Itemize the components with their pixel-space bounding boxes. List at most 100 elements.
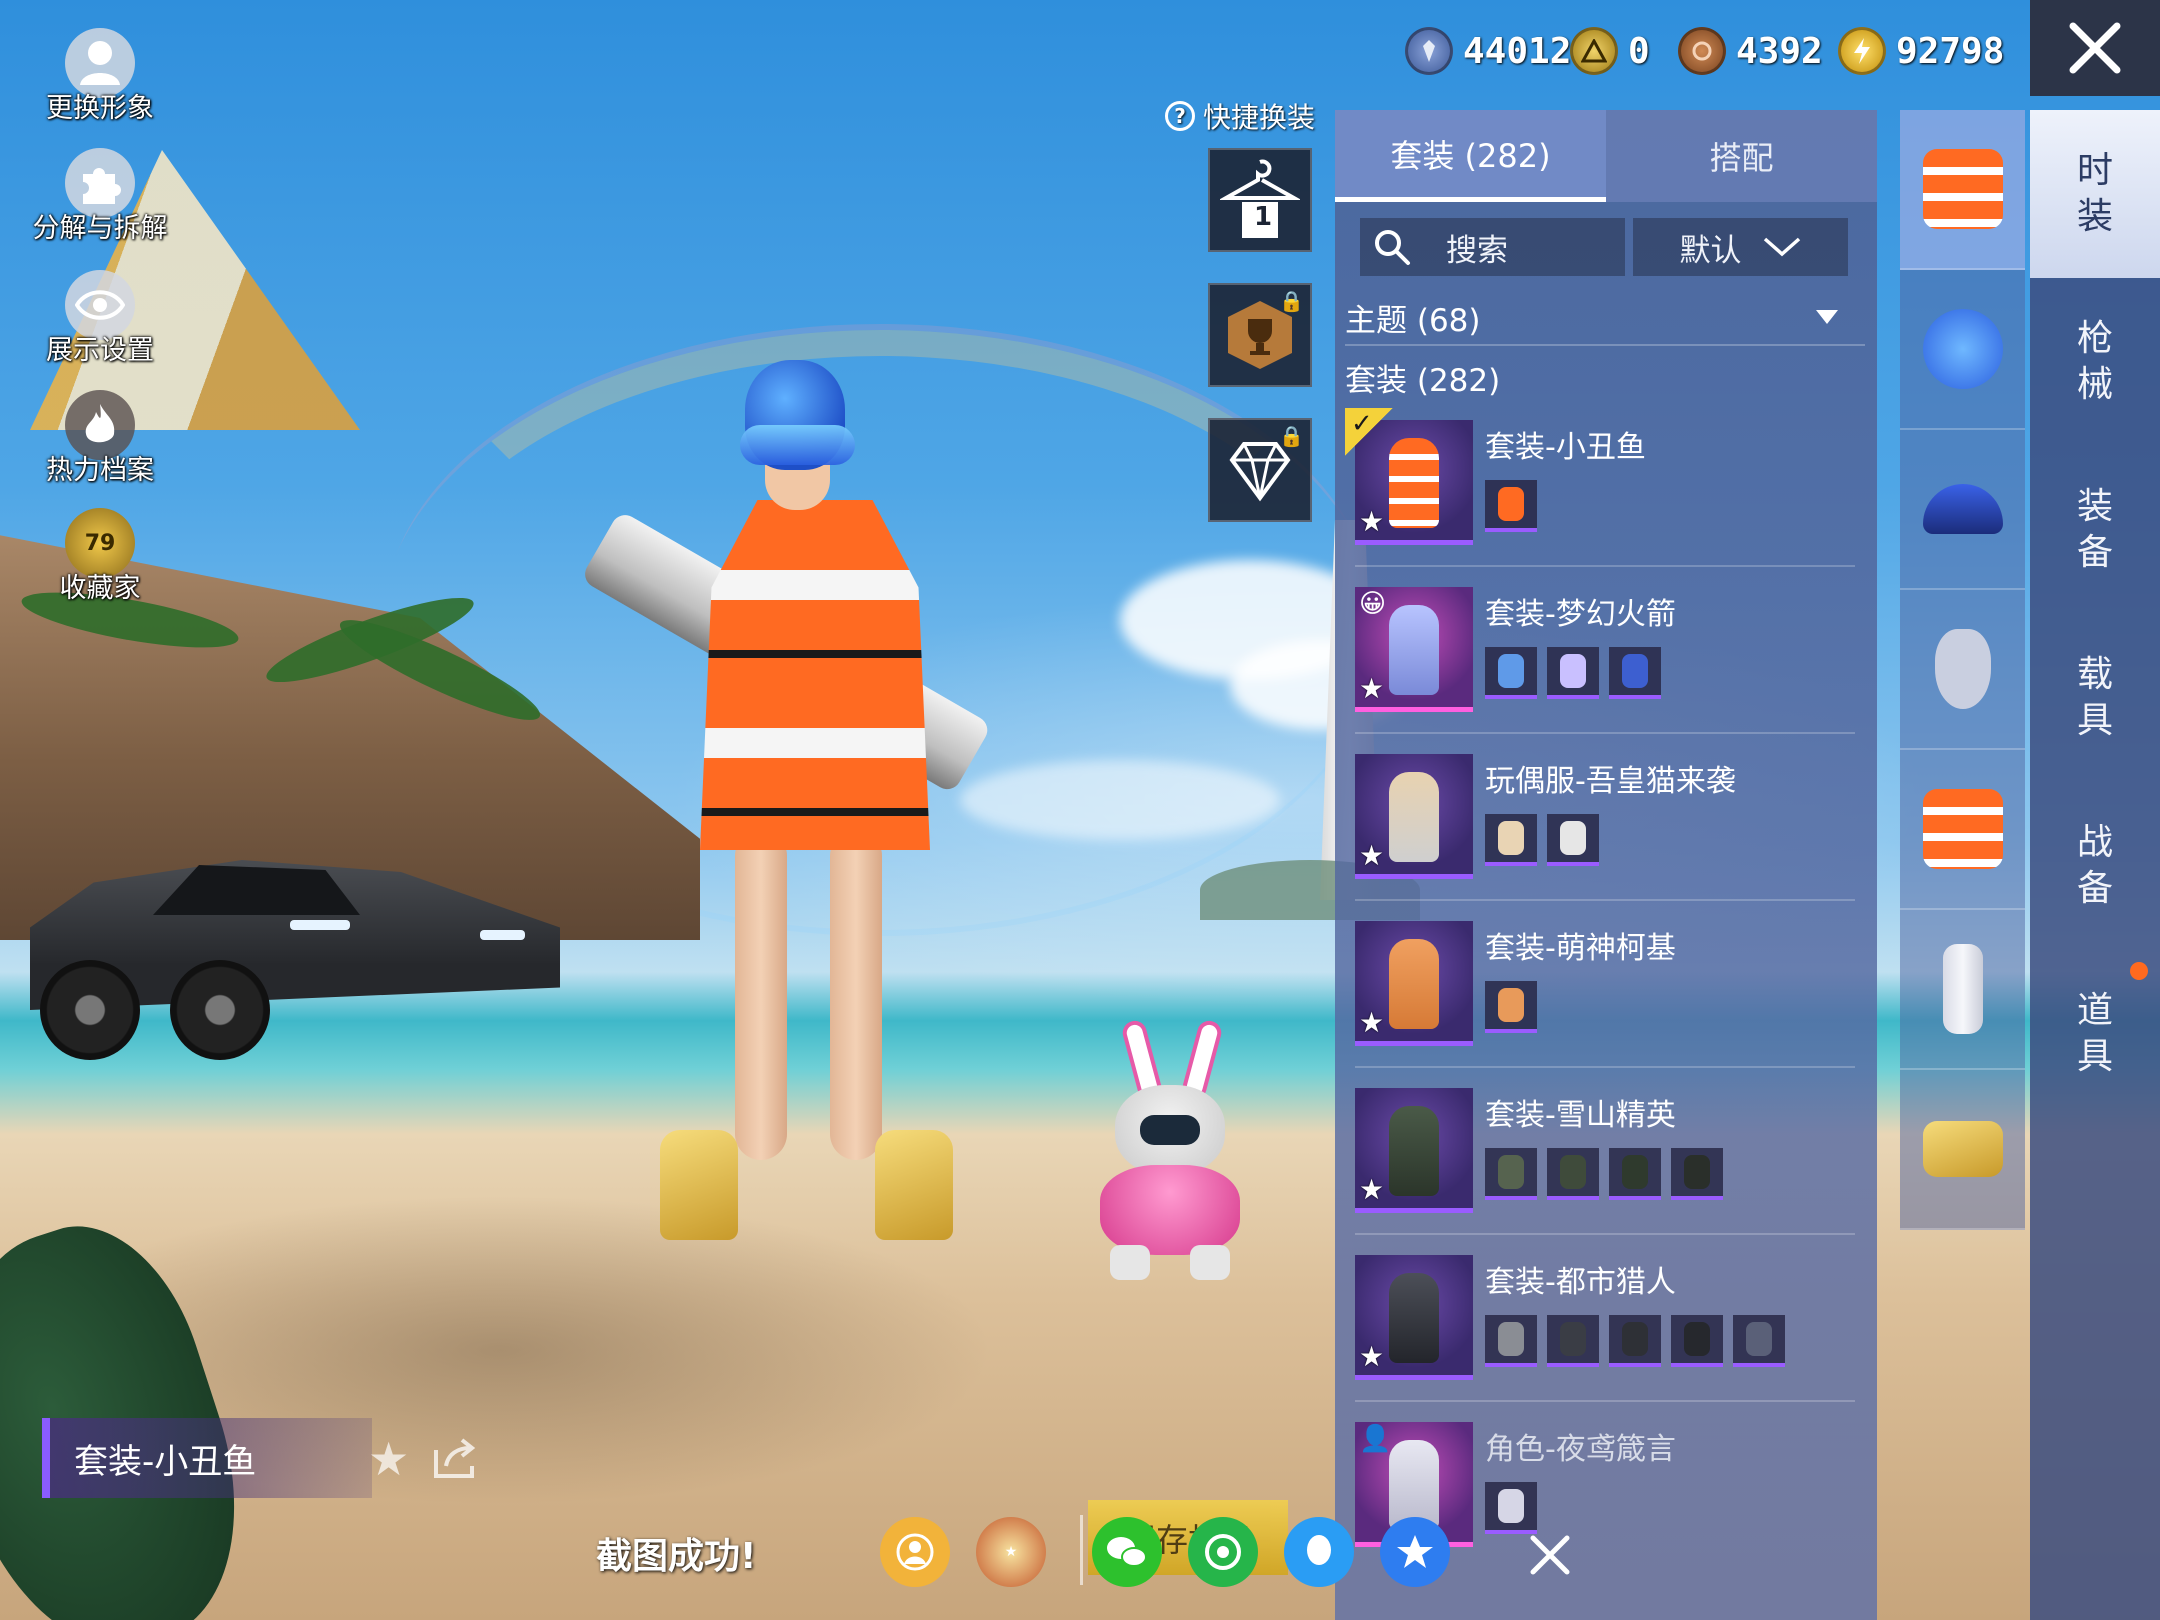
outfit-part-icon[interactable] (1547, 1148, 1599, 1200)
currency-lightning[interactable]: 92798 (1838, 22, 2004, 80)
outfit-part-icon[interactable] (1485, 480, 1537, 532)
star-icon: ★ (1359, 1340, 1385, 1373)
outfit-item[interactable]: ★ 套装-都市猎人 (1355, 1235, 1855, 1402)
close-share-icon[interactable] (1525, 1530, 1575, 1580)
category-eyewear-button[interactable] (1900, 430, 2025, 590)
search-icon (1375, 230, 1410, 265)
category-icon-column (1900, 110, 2025, 1230)
tab-equipment[interactable]: 装备 (2030, 446, 2160, 614)
outfit-thumbnail: ★ (1355, 754, 1473, 879)
share-qq-button[interactable] (1284, 1517, 1354, 1587)
player-character[interactable] (580, 360, 1040, 1260)
outfit-part-icon[interactable] (1485, 981, 1537, 1033)
share-wechat-button[interactable] (1092, 1517, 1162, 1587)
outfit-part-icon[interactable] (1547, 1315, 1599, 1367)
outfit-parts (1485, 647, 1661, 699)
star-icon: ★ (1359, 1006, 1385, 1039)
trophy-slot-button[interactable]: 🔒 (1208, 283, 1312, 387)
category-face-button[interactable] (1900, 590, 2025, 750)
share-profile-button[interactable] (880, 1517, 950, 1587)
outfit-item[interactable]: ★ 套装-萌神柯基 (1355, 901, 1855, 1068)
tab-battle-gear[interactable]: 战备 (2030, 782, 2160, 950)
outfit-part-icon[interactable] (1485, 1482, 1537, 1534)
left-menu-label: 热力档案 (46, 455, 154, 486)
helmet-icon (1922, 309, 2003, 389)
outfit-count-label: 套装 (282) (1345, 363, 1501, 399)
tab-match[interactable]: 搭配 (1606, 110, 1877, 202)
tab-outfits[interactable]: 套装 (282) (1335, 110, 1606, 202)
outfit-part-icon[interactable] (1609, 647, 1661, 699)
outfit-part-icon[interactable] (1733, 1315, 1785, 1367)
tab-vehicles[interactable]: 载具 (2030, 614, 2160, 782)
outfit-figure (1389, 438, 1439, 528)
outfit-item[interactable]: 😀 ★ 套装-梦幻火箭 (1355, 567, 1855, 734)
outfit-part-icon[interactable] (1485, 814, 1537, 866)
outfit-item[interactable]: ★ ✓ 套装-小丑鱼 (1345, 400, 1855, 567)
share-qzone-button[interactable] (1380, 1517, 1450, 1587)
search-label: 搜索 (1446, 232, 1508, 269)
share-icon[interactable] (432, 1436, 480, 1480)
quick-change-label: 快捷换装 (1203, 101, 1316, 134)
outfit-item[interactable]: ★ 套装-雪山精英 (1355, 1068, 1855, 1235)
currency-value: 4392 (1736, 30, 1823, 72)
decompose-button[interactable]: 分解与拆解 (30, 148, 170, 245)
close-button[interactable] (2030, 0, 2160, 96)
robot-foot (1110, 1245, 1150, 1280)
outfit-list-panel: 套装 (282) 搭配 搜索 默认 主题 (68) 套装 (282) ★ ✓ 套… (1335, 110, 1877, 1620)
robot-rabbit-pet[interactable] (1080, 1018, 1260, 1280)
outfit-part-icon[interactable] (1547, 814, 1599, 866)
tab-weapons[interactable]: 枪械 (2030, 278, 2160, 446)
outfit-figure (1389, 1273, 1439, 1363)
outfit-part-icon[interactable] (1485, 1315, 1537, 1367)
collector-button[interactable]: 79 收藏家 (30, 508, 170, 605)
outfit-part-icon[interactable] (1671, 1148, 1723, 1200)
outfit-item[interactable]: ★ 玩偶服-吾皇猫来袭 (1355, 734, 1855, 901)
share-moments-button[interactable] (1188, 1517, 1258, 1587)
display-settings-button[interactable]: 展示设置 (30, 270, 170, 367)
sort-dropdown[interactable]: 默认 (1633, 218, 1848, 276)
star-icon: ★ (1359, 672, 1385, 705)
search-input[interactable]: 搜索 (1360, 218, 1625, 276)
quick-outfit-slot-button[interactable]: 1 (1208, 148, 1312, 252)
outfit-thumbnail: ★ (1355, 1255, 1473, 1380)
car-headlight (480, 930, 525, 940)
currency-silver[interactable]: 44012 (1405, 22, 1571, 80)
tab-fashion[interactable]: 时装 (2030, 110, 2160, 278)
theme-filter-row[interactable]: 主题 (68) (1345, 290, 1865, 346)
chevron-down-icon (1763, 237, 1800, 257)
category-headwear-button[interactable] (1900, 270, 2025, 430)
outfit-parts (1485, 480, 1537, 532)
star-icon: ★ (1359, 839, 1385, 872)
character-visor (740, 425, 855, 465)
category-pants-button[interactable] (1900, 910, 2025, 1070)
share-game-community-button[interactable]: ★ (976, 1517, 1046, 1587)
favorite-star-icon[interactable]: ★ (368, 1432, 409, 1486)
outfit-name: 套装-雪山精英 (1485, 1098, 1676, 1133)
side-category-tabs: 时装 枪械 装备 载具 战备 道具 (2030, 110, 2160, 1620)
category-top-button[interactable] (1900, 750, 2025, 910)
currency-gold-emblem[interactable]: 0 (1570, 22, 1650, 80)
triangle-down-icon (1816, 310, 1838, 324)
robot-face (1140, 1115, 1200, 1145)
outfit-part-icon[interactable] (1609, 1148, 1661, 1200)
quick-change-title[interactable]: ? 快捷换装 (1165, 96, 1315, 136)
top-icon (1922, 789, 2003, 869)
outfit-part-icon[interactable] (1485, 647, 1537, 699)
star-icon: ★ (1359, 1173, 1385, 1206)
currency-bronze[interactable]: 4392 (1678, 22, 1823, 80)
category-shoes-button[interactable] (1900, 1070, 2025, 1230)
diamond-slot-button[interactable]: 🔒 (1208, 418, 1312, 522)
category-suit-button[interactable] (1900, 110, 2025, 270)
left-menu-label: 更换形象 (46, 93, 154, 124)
outfit-part-icon[interactable] (1485, 1148, 1537, 1200)
car-headlight (290, 920, 350, 930)
left-menu-label: 分解与拆解 (32, 213, 168, 244)
heat-archive-button[interactable]: 热力档案 (30, 390, 170, 487)
sports-car[interactable] (20, 820, 560, 1060)
change-avatar-button[interactable]: 更换形象 (30, 28, 170, 125)
character-badge-icon: 👤 (1359, 1424, 1392, 1454)
outfit-part-icon[interactable] (1609, 1315, 1661, 1367)
share-bar: ★ (880, 1512, 1046, 1592)
outfit-part-icon[interactable] (1547, 647, 1599, 699)
outfit-part-icon[interactable] (1671, 1315, 1723, 1367)
